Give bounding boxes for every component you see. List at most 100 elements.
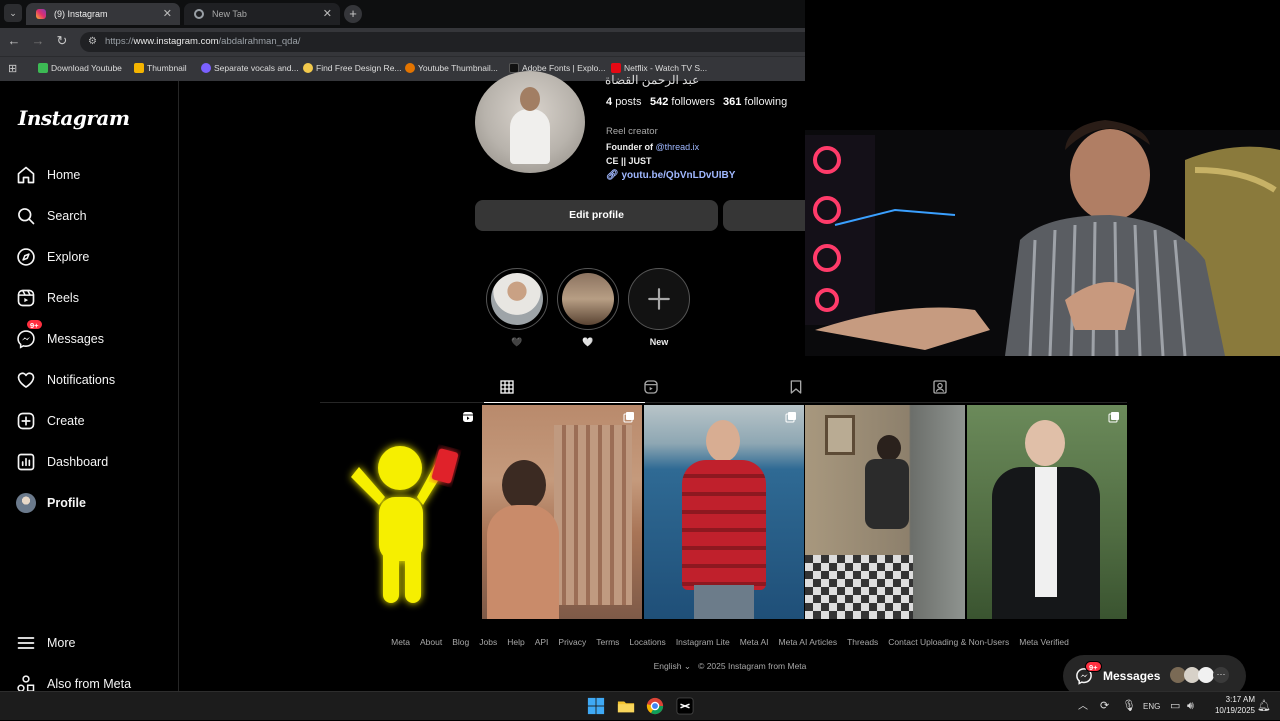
edit-profile-button[interactable]: Edit profile (475, 200, 718, 231)
post-image-person-body (865, 459, 909, 529)
following-stat[interactable]: 361 following (723, 96, 787, 108)
new-highlight-button[interactable] (628, 268, 690, 330)
footer-link[interactable]: Privacy (558, 637, 586, 647)
bookmark-item[interactable]: Thumbnail (134, 62, 187, 74)
windows-taskbar: ︿ ⟳ 🎙︎ ENG ▭ 🔊︎ 3:17 AM 10/19/2025 🔔︎ (0, 691, 1280, 720)
sidebar-item-home[interactable]: Home (16, 162, 166, 188)
footer-link[interactable]: Meta Verified (1019, 637, 1069, 647)
post-thumbnail[interactable] (644, 405, 804, 619)
carousel-indicator-icon (623, 412, 634, 423)
highlight-label: New (649, 337, 669, 347)
footer-link[interactable]: Jobs (479, 637, 497, 647)
footer-link[interactable]: Blog (452, 637, 469, 647)
sidebar-item-notifications[interactable]: Notifications (16, 367, 166, 393)
footer-link[interactable]: Meta (391, 637, 410, 647)
back-arrow-icon[interactable]: ← (6, 33, 22, 48)
tab-new-tab[interactable]: New Tab ✕ (184, 3, 340, 25)
link-icon: 🔗︎ (606, 170, 619, 181)
download-icon (38, 63, 48, 73)
reload-icon[interactable]: ↻ (54, 33, 70, 49)
reels-tab-icon[interactable] (643, 379, 659, 395)
sidebar-item-dashboard[interactable]: Dashboard (16, 449, 166, 475)
tab-search-button[interactable]: ⌄ (4, 4, 22, 22)
post-image-person-head (706, 420, 740, 462)
footer-link[interactable]: About (420, 637, 442, 647)
microphone-icon[interactable]: 🎙︎ (1122, 692, 1136, 721)
post-image-red-sweater (682, 460, 766, 590)
sidebar-item-profile[interactable]: Profile (16, 490, 166, 516)
post-image-person-head (502, 460, 546, 510)
network-icon[interactable]: ▭ (1170, 692, 1180, 721)
chrome-icon[interactable] (646, 697, 664, 715)
highlight-cover (562, 273, 614, 325)
plus-icon (648, 288, 670, 310)
sidebar-item-messages[interactable]: 9+ Messages (16, 319, 166, 352)
post-thumbnail[interactable] (967, 405, 1127, 619)
windows-start-icon[interactable] (587, 697, 605, 715)
sidebar-item-create[interactable]: Create (16, 408, 166, 434)
sidebar-item-also-from-meta[interactable]: Also from Meta (16, 671, 166, 691)
footer-link[interactable]: API (535, 637, 549, 647)
hamburger-menu-icon (17, 637, 35, 649)
post-image-person-head (877, 435, 901, 461)
bookmark-item[interactable]: Youtube Thumbnail... (405, 62, 498, 74)
close-tab-icon[interactable]: ✕ (163, 3, 172, 25)
tagged-icon[interactable] (932, 379, 948, 395)
sidebar-item-explore[interactable]: Explore (16, 244, 166, 270)
post-image-yellow-figure (351, 446, 459, 603)
story-highlight[interactable] (557, 268, 619, 330)
footer-link[interactable]: Locations (629, 637, 665, 647)
post-thumbnail[interactable] (321, 405, 481, 619)
highlight-label: 🤍 (582, 337, 594, 347)
followers-stat[interactable]: 542 followers (650, 96, 715, 108)
footer-link[interactable]: Meta AI Articles (779, 637, 838, 647)
notification-bell-icon[interactable]: 🔔︎ (1257, 692, 1271, 721)
footer-link[interactable]: Terms (596, 637, 619, 647)
browser-window: ⌄ (9) Instagram ✕ New Tab ✕ + ← → ↻ ⚙ ht… (0, 0, 805, 81)
sidebar-item-search[interactable]: Search (16, 203, 166, 229)
tab-strip: ⌄ (9) Instagram ✕ New Tab ✕ + (0, 0, 805, 28)
footer-link[interactable]: Contact Uploading & Non-Users (888, 637, 1009, 647)
forward-arrow-icon[interactable]: → (30, 33, 46, 48)
grid-icon[interactable] (499, 379, 515, 395)
site-info-icon[interactable]: ⚙ (88, 32, 97, 52)
story-highlight[interactable] (486, 268, 548, 330)
address-bar[interactable]: ⚙ https://www.instagram.com/abdalrahman_… (80, 32, 805, 52)
show-hidden-icons-chevron-icon[interactable]: ︿ (1078, 692, 1088, 721)
bio-external-link[interactable]: 🔗︎ youtu.be/QbVnLDvUIBY (606, 170, 735, 181)
apps-grid-icon[interactable]: ⊞ (8, 62, 17, 75)
new-tab-button[interactable]: + (344, 5, 362, 23)
webcam-video-frame (805, 120, 1280, 356)
footer-link[interactable]: Threads (847, 637, 878, 647)
footer-link[interactable]: Instagram Lite (676, 637, 730, 647)
footer-link[interactable]: Help (507, 637, 524, 647)
post-thumbnail[interactable] (482, 405, 642, 619)
profile-display-name: عبد الرحمن القضاة (605, 73, 700, 87)
capcut-app-icon[interactable] (676, 697, 694, 715)
bio-mention-link[interactable]: @thread.ix (656, 142, 700, 152)
tab-instagram[interactable]: (9) Instagram ✕ (26, 3, 180, 25)
system-clock[interactable]: 3:17 AM 10/19/2025 (1205, 694, 1255, 716)
file-explorer-icon[interactable] (617, 697, 635, 715)
profile-picture[interactable] (475, 71, 585, 173)
close-tab-icon[interactable]: ✕ (323, 3, 332, 25)
bookmark-item[interactable]: Find Free Design Re... (303, 62, 402, 74)
language-indicator[interactable]: ENG (1143, 692, 1160, 721)
view-archive-button[interactable] (723, 200, 805, 231)
bookmark-item[interactable]: Separate vocals and... (201, 62, 299, 74)
volume-icon[interactable]: 🔊︎ (1187, 692, 1194, 721)
carousel-indicator-icon (785, 412, 796, 423)
saved-bookmark-icon[interactable] (788, 379, 804, 395)
post-image-person-head (1025, 420, 1065, 466)
sidebar-item-reels[interactable]: Reels (16, 285, 166, 311)
instagram-logo[interactable]: Instagram (18, 106, 130, 130)
footer-link[interactable]: Meta AI (740, 637, 769, 647)
language-select[interactable]: English ⌄ (654, 661, 691, 671)
messages-badge: 9+ (26, 319, 43, 330)
sidebar-item-more[interactable]: More (16, 630, 166, 656)
more-dots-icon: ⋯ (1213, 667, 1229, 683)
sync-icon[interactable]: ⟳ (1100, 692, 1109, 721)
tab-title: New Tab (212, 9, 247, 19)
post-thumbnail[interactable] (805, 405, 965, 619)
bookmark-item[interactable]: Download Youtube (38, 62, 122, 74)
